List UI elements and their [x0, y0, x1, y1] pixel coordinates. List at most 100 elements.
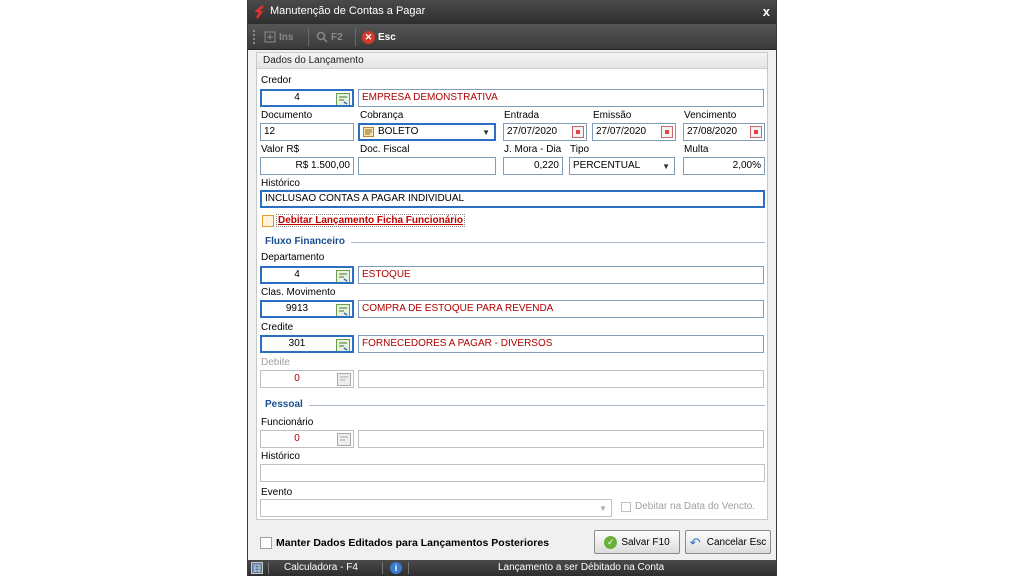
insert-label: Ins: [279, 31, 294, 43]
clas-movimento-code-value: 9913: [285, 303, 309, 314]
lookup-icon[interactable]: [336, 93, 350, 106]
calendar-icon[interactable]: [572, 126, 584, 138]
departamento-code-value: 4: [294, 269, 300, 280]
tipo-value: PERCENTUAL: [573, 160, 641, 171]
cancel-button[interactable]: ↶ Cancelar Esc: [685, 530, 771, 554]
undo-icon: ↶: [689, 534, 701, 550]
lookup-icon[interactable]: [337, 433, 351, 446]
status-separator: [268, 562, 269, 574]
entrada-date-input[interactable]: 27/07/2020: [503, 123, 587, 141]
juros-label: J. Mora - Dia: [504, 144, 562, 155]
cobranca-value: BOLETO: [378, 126, 419, 137]
search-label: F2: [331, 31, 343, 43]
entrada-label: Entrada: [504, 110, 540, 121]
debitar-vencto-label: Debitar na Data do Vencto.: [635, 501, 756, 512]
window-title: Manutenção de Contas a Pagar: [270, 5, 426, 17]
doc-fiscal-label: Doc. Fiscal: [360, 144, 410, 155]
documento-label: Documento: [261, 110, 313, 121]
debitar-vencto-checkbox[interactable]: [621, 502, 631, 512]
clas-movimento-label: Clas. Movimento: [261, 287, 336, 298]
chevron-down-icon: ▼: [599, 504, 607, 513]
departamento-name-field: ESTOQUE: [358, 266, 764, 284]
chevron-down-icon: ▼: [662, 162, 670, 171]
chevron-down-icon: ▼: [482, 128, 490, 137]
calendar-icon[interactable]: [661, 126, 673, 138]
juros-input[interactable]: 0,220: [503, 157, 563, 175]
contas-pagar-window: Manutenção de Contas a Pagar x Ins F2 ✕ …: [247, 0, 777, 576]
emissao-date-input[interactable]: 27/07/2020: [592, 123, 676, 141]
cobranca-select[interactable]: BOLETO ▼: [358, 123, 496, 141]
toolbar-grip: [253, 30, 256, 44]
fluxo-section-title: Fluxo Financeiro: [265, 236, 346, 247]
section-divider: [309, 405, 765, 406]
multa-input[interactable]: 2,00%: [683, 157, 765, 175]
insert-icon: [264, 31, 276, 43]
lookup-icon: [337, 373, 351, 386]
tipo-label: Tipo: [570, 144, 590, 155]
footer: Manter Dados Editados para Lançamentos P…: [256, 524, 771, 560]
evento-select[interactable]: ▼: [260, 499, 612, 517]
group-title: Dados do Lançamento: [257, 53, 767, 69]
calendar-icon[interactable]: [750, 126, 762, 138]
clas-movimento-name-field: COMPRA DE ESTOQUE PARA REVENDA: [358, 300, 764, 318]
pessoal-section-title: Pessoal: [265, 399, 303, 410]
doc-fiscal-input[interactable]: [358, 157, 496, 175]
credor-code-input[interactable]: 4: [260, 89, 354, 107]
vencimento-date-input[interactable]: 27/08/2020: [683, 123, 765, 141]
credor-name-field: EMPRESA DEMONSTRATIVA: [358, 89, 764, 107]
evento-label: Evento: [261, 487, 293, 498]
emissao-value: 27/07/2020: [596, 126, 647, 137]
calculator-label[interactable]: Calculadora - F4: [284, 560, 358, 576]
close-icon[interactable]: x: [763, 4, 770, 19]
historico-label: Histórico: [261, 178, 300, 189]
lookup-icon[interactable]: [336, 304, 350, 317]
debitar-funcionario-checkbox[interactable]: [262, 215, 274, 227]
cobranca-label: Cobrança: [360, 110, 404, 121]
funcionario-code-input[interactable]: 0: [260, 430, 354, 448]
manter-dados-label: Manter Dados Editados para Lançamentos P…: [276, 537, 550, 549]
debite-label: Debite: [261, 357, 290, 368]
emissao-label: Emissão: [593, 110, 632, 121]
multa-label: Multa: [684, 144, 709, 155]
vencimento-label: Vencimento: [684, 110, 737, 121]
save-button[interactable]: ✓ Salvar F10: [594, 530, 680, 554]
manter-dados-checkbox[interactable]: [260, 537, 272, 549]
escape-button[interactable]: ✕ Esc: [362, 28, 396, 46]
status-message: Lançamento a ser Débitado na Conta: [498, 562, 665, 573]
documento-input[interactable]: 12: [260, 123, 354, 141]
credite-code-input[interactable]: 301: [260, 335, 354, 353]
vencimento-value: 27/08/2020: [687, 126, 738, 137]
debite-code-value: 0: [294, 373, 300, 384]
historico-input[interactable]: INCLUSAO CONTAS A PAGAR INDIVIDUAL: [260, 190, 765, 208]
lookup-icon[interactable]: [336, 270, 350, 283]
search-button[interactable]: F2: [316, 28, 343, 46]
entrada-value: 27/07/2020: [507, 126, 558, 137]
info-icon: i: [390, 562, 402, 574]
check-icon: ✓: [604, 535, 618, 549]
clas-movimento-code-input[interactable]: 9913: [260, 300, 354, 318]
pessoal-historico-input[interactable]: [260, 464, 765, 482]
valor-input[interactable]: R$ 1.500,00: [260, 157, 354, 175]
funcionario-name-field: [358, 430, 764, 448]
dados-lancamento-group: Dados do Lançamento Credor 4 EMPRESA DEM…: [256, 52, 768, 520]
status-separator: [382, 562, 383, 574]
lookup-icon[interactable]: [336, 339, 350, 352]
credite-code-value: 301: [288, 338, 306, 349]
escape-label: Esc: [378, 31, 396, 43]
calculator-icon[interactable]: [251, 562, 263, 574]
cancel-circle-icon: ✕: [362, 30, 375, 44]
insert-button[interactable]: Ins: [264, 28, 293, 46]
tipo-select[interactable]: PERCENTUAL ▼: [569, 157, 675, 175]
toolbar-separator: [308, 28, 309, 46]
debitar-funcionario-label[interactable]: Debitar Lançamento Ficha Funcionário: [276, 214, 466, 227]
funcionario-code-value: 0: [294, 433, 300, 444]
debite-name-field: [358, 370, 764, 388]
search-icon: [316, 31, 328, 43]
status-bar: Calculadora - F4 i Lançamento a ser Débi…: [248, 560, 776, 576]
status-separator: [408, 562, 409, 574]
departamento-code-input[interactable]: 4: [260, 266, 354, 284]
toolbar: Ins F2 ✕ Esc: [248, 24, 776, 50]
document-icon: [363, 127, 374, 137]
credor-label: Credor: [261, 75, 292, 86]
title-bar: Manutenção de Contas a Pagar x: [248, 0, 776, 24]
